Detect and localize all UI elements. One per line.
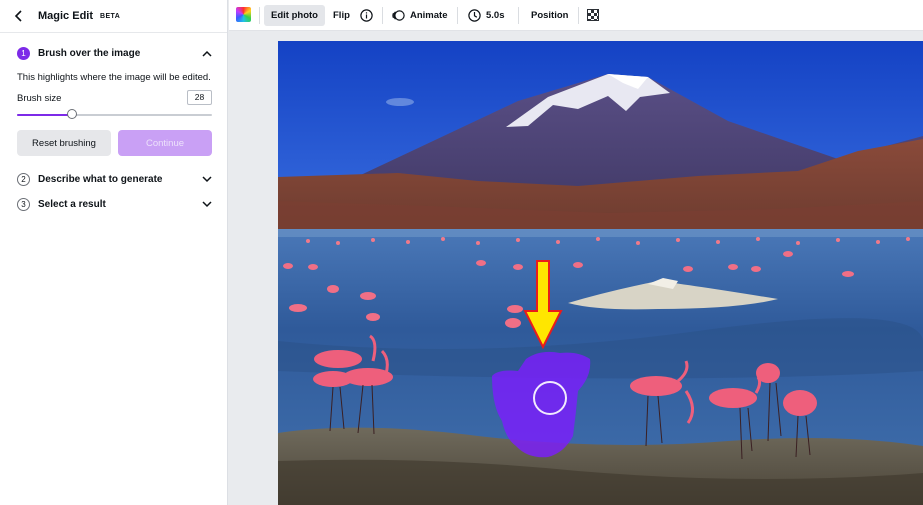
brush-size-slider[interactable] xyxy=(17,109,212,119)
animate-icon xyxy=(392,9,405,22)
toolbar-divider xyxy=(578,7,579,24)
step-label: Brush over the image xyxy=(38,47,141,59)
animate-button[interactable]: Animate xyxy=(392,5,447,26)
duration-button[interactable]: 5.0s xyxy=(468,5,505,26)
beta-badge: BETA xyxy=(100,12,121,20)
reset-brushing-button[interactable]: Reset brushing xyxy=(17,130,111,156)
edit-photo-button[interactable]: Edit photo xyxy=(264,5,325,26)
step-number: 1 xyxy=(17,46,30,60)
toolbar-divider xyxy=(382,7,383,24)
brush-size-label: Brush size xyxy=(17,93,62,104)
panel-title: Magic Edit xyxy=(38,10,94,22)
flip-button[interactable]: Flip xyxy=(333,5,350,26)
photo-canvas[interactable] xyxy=(278,41,923,505)
step-describe[interactable]: 2 Describe what to generate xyxy=(0,168,228,190)
step-brush[interactable]: 1 Brush over the image xyxy=(0,42,228,64)
color-palette-icon[interactable] xyxy=(236,7,251,22)
brush-hint-text: This highlights where the image will be … xyxy=(17,72,211,83)
slider-fill xyxy=(17,114,72,116)
back-arrow-icon[interactable] xyxy=(12,9,26,23)
step-label: Select a result xyxy=(38,198,106,210)
chevron-down-icon[interactable] xyxy=(200,197,214,211)
animate-label: Animate xyxy=(410,10,448,21)
chevron-up-icon[interactable] xyxy=(200,46,214,60)
transparency-icon[interactable] xyxy=(587,9,599,21)
timer-icon xyxy=(468,9,481,22)
toolbar-divider xyxy=(259,7,260,24)
brush-size-input[interactable]: 28 xyxy=(187,90,212,105)
step-label: Describe what to generate xyxy=(38,173,163,185)
continue-button[interactable]: Continue xyxy=(118,130,212,156)
slider-thumb[interactable] xyxy=(66,109,77,119)
info-button[interactable] xyxy=(360,5,378,26)
chevron-down-icon[interactable] xyxy=(200,172,214,186)
position-button[interactable]: Position xyxy=(531,5,568,26)
toolbar-divider xyxy=(518,7,519,24)
flamingo-lagoon-photo xyxy=(278,41,923,505)
step-select-result[interactable]: 3 Select a result xyxy=(0,193,228,215)
info-icon xyxy=(360,9,373,22)
panel-header: Magic Edit BETA xyxy=(0,0,227,33)
duration-label: 5.0s xyxy=(486,10,505,21)
step-number: 2 xyxy=(17,172,30,186)
magic-edit-panel: Magic Edit BETA 1 Brush over the image T… xyxy=(0,0,228,505)
toolbar-divider xyxy=(457,7,458,24)
step-number: 3 xyxy=(17,197,30,211)
